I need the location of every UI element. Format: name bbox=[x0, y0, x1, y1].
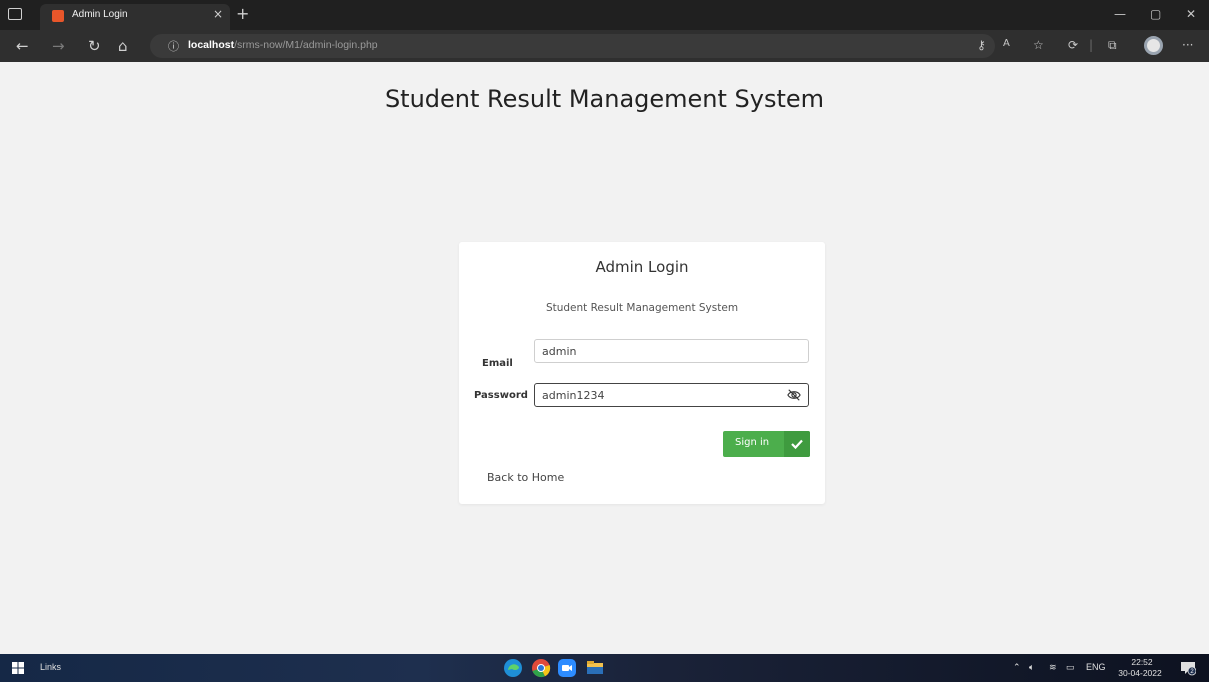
toolbar-divider: | bbox=[1089, 38, 1094, 52]
collections-icon[interactable]: ⧉ bbox=[1108, 38, 1117, 53]
hide-password-eye-icon[interactable] bbox=[787, 388, 801, 402]
extensions-icon[interactable]: ⟳ bbox=[1068, 38, 1078, 52]
tab-close-icon[interactable]: × bbox=[213, 7, 223, 21]
password-field[interactable] bbox=[534, 383, 809, 407]
windows-taskbar: Links ⌃ 🔈︎ ≋ ▭ ENG 22:52 30-04-2022 2 bbox=[0, 654, 1209, 682]
login-subtitle: Student Result Management System bbox=[545, 302, 739, 314]
zoom-app-icon[interactable] bbox=[557, 658, 577, 678]
browser-toolbar: ← → ↻ ⌂ ⓘ localhost/srms-now/M1/admin-lo… bbox=[0, 30, 1209, 62]
address-bar[interactable]: ⓘ localhost/srms-now/M1/admin-login.php bbox=[150, 34, 995, 58]
browser-tab-bar: Admin Login × + — ▢ ✕ bbox=[0, 0, 1209, 30]
sign-in-label: Sign in bbox=[735, 437, 770, 448]
edge-browser-icon[interactable] bbox=[503, 658, 523, 678]
forward-arrow-icon[interactable]: → bbox=[52, 37, 65, 55]
input-language[interactable]: ENG bbox=[1086, 662, 1106, 672]
email-field[interactable] bbox=[534, 339, 809, 363]
file-explorer-icon[interactable] bbox=[585, 658, 605, 678]
restore-icon[interactable]: ▢ bbox=[1150, 7, 1161, 21]
back-to-home-link[interactable]: Back to Home bbox=[487, 471, 564, 484]
close-window-icon[interactable]: ✕ bbox=[1186, 7, 1196, 21]
page-title: Student Result Management System bbox=[384, 85, 825, 113]
battery-icon[interactable]: ▭ bbox=[1066, 662, 1075, 673]
check-icon bbox=[784, 431, 810, 457]
email-label: Email bbox=[482, 358, 513, 369]
wifi-icon[interactable]: ≋ bbox=[1049, 662, 1057, 673]
sign-in-button[interactable]: Sign in bbox=[723, 431, 810, 457]
links-toolbar[interactable]: Links bbox=[40, 662, 61, 672]
profile-avatar-icon[interactable] bbox=[1144, 36, 1163, 55]
chrome-browser-icon[interactable] bbox=[531, 658, 551, 678]
read-aloud-icon[interactable]: A bbox=[1003, 38, 1010, 49]
show-hidden-icons[interactable]: ⌃ bbox=[1013, 662, 1021, 673]
site-info-icon[interactable]: ⓘ bbox=[168, 38, 179, 54]
browser-tab[interactable]: Admin Login × bbox=[40, 4, 230, 30]
refresh-icon[interactable]: ↻ bbox=[88, 37, 101, 55]
tab-title: Admin Login bbox=[72, 9, 128, 20]
back-arrow-icon[interactable]: ← bbox=[16, 37, 29, 55]
home-icon[interactable]: ⌂ bbox=[118, 37, 128, 55]
minimize-icon[interactable]: — bbox=[1114, 7, 1126, 21]
favorites-star-icon[interactable]: ☆ bbox=[1033, 38, 1044, 52]
login-title: Admin Login bbox=[595, 258, 689, 276]
clock-date[interactable]: 30-04-2022 bbox=[1112, 668, 1168, 678]
more-options-icon[interactable]: ··· bbox=[1182, 38, 1193, 52]
password-label: Password bbox=[474, 390, 528, 401]
clock-time[interactable]: 22:52 bbox=[1127, 657, 1157, 667]
key-icon[interactable]: ⚷ bbox=[977, 38, 986, 52]
xampp-favicon-icon bbox=[52, 10, 64, 22]
tab-actions-icon[interactable] bbox=[8, 8, 22, 20]
url-text: localhost/srms-now/M1/admin-login.php bbox=[188, 39, 378, 51]
notification-center-icon[interactable]: 2 bbox=[1180, 660, 1196, 676]
windows-start-icon[interactable] bbox=[12, 662, 24, 674]
login-card: Admin Login Student Result Management Sy… bbox=[459, 242, 825, 504]
volume-icon[interactable]: 🔈︎ bbox=[1029, 662, 1034, 673]
new-tab-icon[interactable]: + bbox=[236, 4, 249, 23]
